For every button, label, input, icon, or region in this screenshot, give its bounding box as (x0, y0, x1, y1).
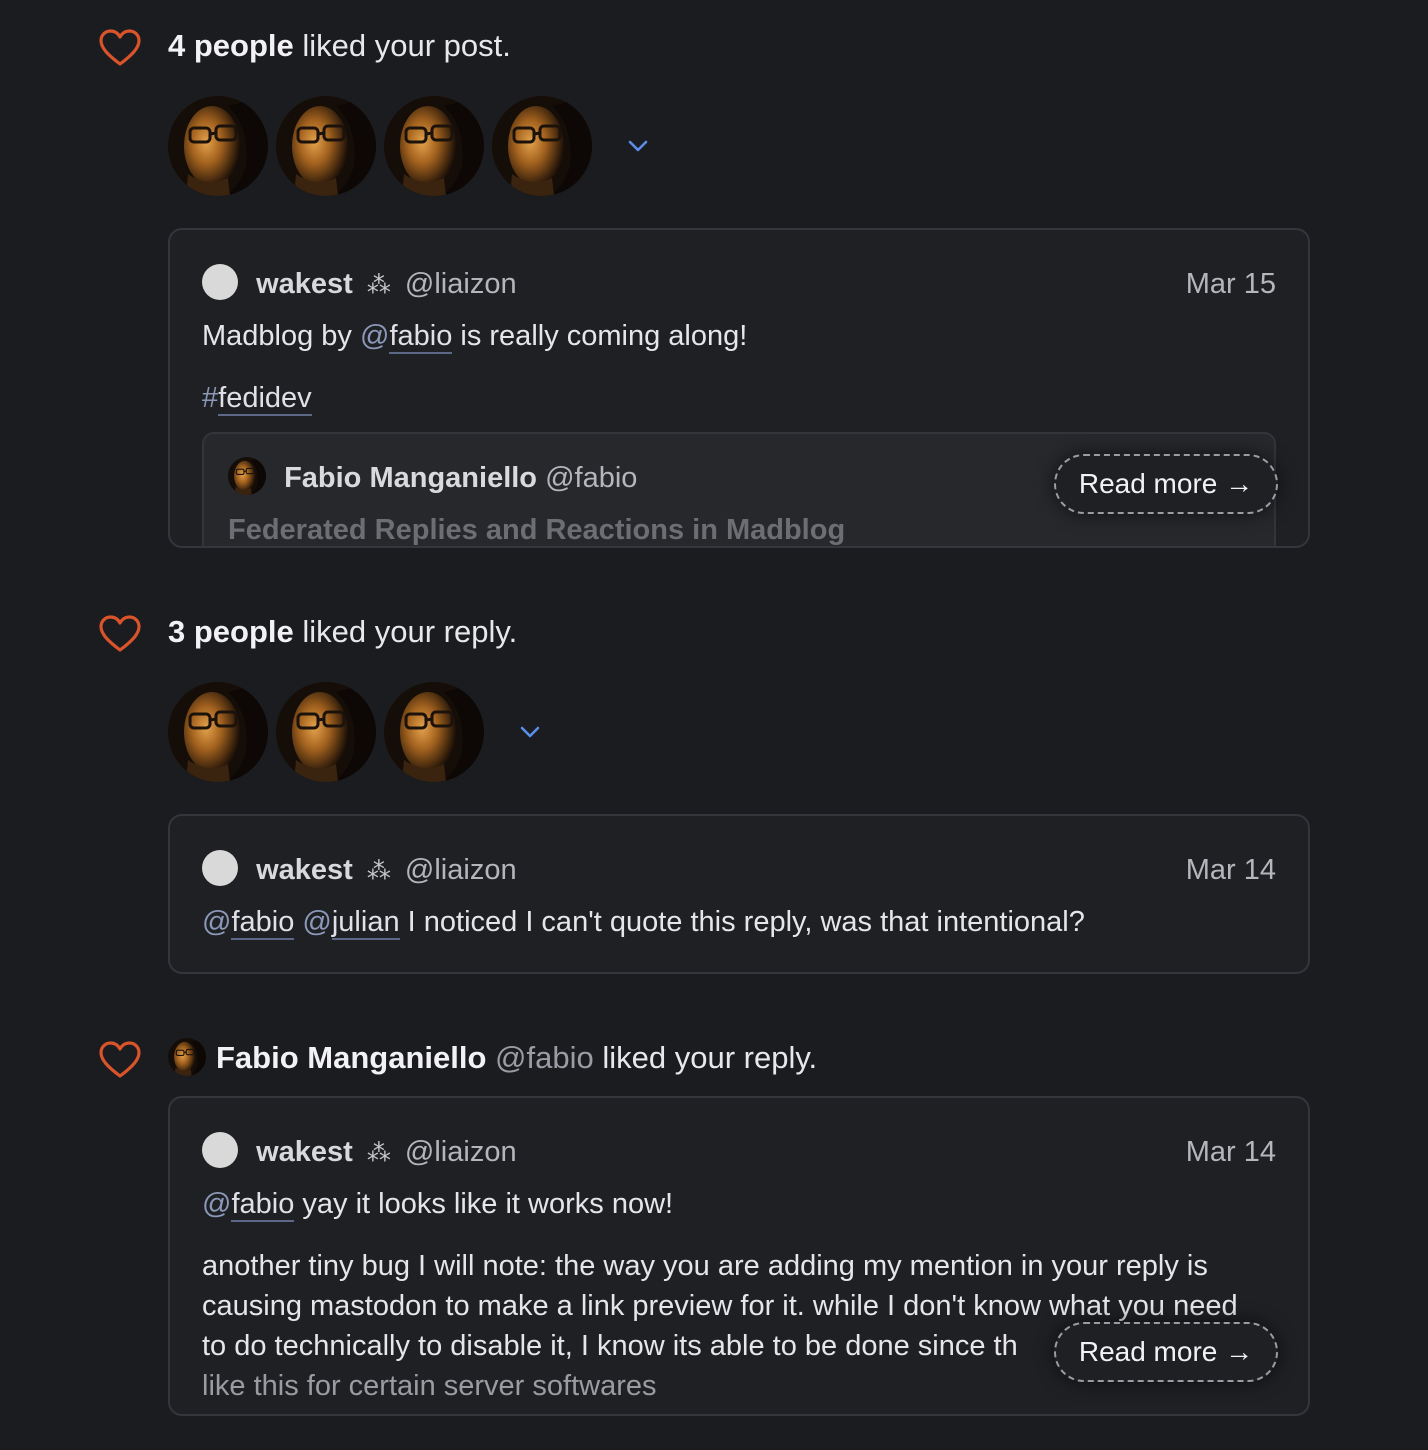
post-card[interactable]: wakest ⁂ @liaizon Mar 14 @fabio yay it l… (168, 1096, 1310, 1416)
avatar[interactable] (168, 1038, 206, 1076)
author-emoji: ⁂ (366, 272, 391, 299)
notification-headline: 3 people liked your reply. (168, 612, 517, 652)
liker-handle[interactable]: @fabio (495, 1040, 594, 1075)
post-card[interactable]: wakest ⁂ @liaizon Mar 14 @fabio @julian … (168, 814, 1310, 974)
heart-icon (98, 1040, 142, 1080)
mention-at: @ (202, 906, 232, 938)
text-segment: I noticed I can't quote this reply, was … (399, 906, 1085, 938)
author-handle[interactable]: @liaizon (405, 854, 517, 886)
post-header: wakest ⁂ @liaizon Mar 14 (202, 850, 1276, 890)
hashtag-line: #fedidev (202, 378, 1276, 418)
avatar[interactable] (276, 682, 376, 782)
author-name[interactable]: wakest (256, 268, 353, 300)
mention-at: @ (202, 1188, 232, 1220)
author-emoji: ⁂ (366, 1140, 391, 1167)
hashtag-hash: # (202, 382, 219, 414)
quote-header: Fabio Manganiello @fabio (228, 458, 637, 498)
author-handle[interactable]: @liaizon (405, 268, 517, 300)
post-card[interactable]: wakest ⁂ @liaizon Mar 15 Madblog by @fab… (168, 228, 1310, 548)
hashtag-link[interactable]: #fedidev (202, 382, 312, 416)
read-more-button[interactable]: Read more → (1054, 1322, 1278, 1382)
action-text: liked your reply. (602, 1040, 818, 1075)
quote-title[interactable]: Federated Replies and Reactions in Madbl… (228, 510, 845, 546)
mention-name: julian (331, 906, 400, 940)
post-text: @fabio yay it looks like it works now! (202, 1184, 1276, 1224)
liker-name[interactable]: Fabio Manganiello (216, 1040, 486, 1075)
avatar[interactable] (202, 850, 238, 887)
text-segment: is really coming along! (452, 320, 748, 352)
avatar[interactable] (276, 96, 376, 196)
notification-headline: Fabio Manganiello @fabio liked your repl… (168, 1038, 817, 1079)
avatar[interactable] (168, 682, 268, 782)
text-segment: Madblog by (202, 320, 360, 352)
like-count[interactable]: 3 people (168, 614, 294, 649)
avatar[interactable] (384, 96, 484, 196)
author-emoji: ⁂ (366, 858, 391, 885)
mention-link[interactable]: @fabio (202, 1188, 295, 1222)
mention-link[interactable]: @julian (302, 906, 400, 940)
mention-name: fabio (231, 1188, 295, 1222)
post-date[interactable]: Mar 14 (1186, 1132, 1276, 1172)
mention-link[interactable]: @fabio (202, 906, 295, 940)
avatar[interactable] (202, 264, 238, 301)
text-line: another tiny bug I will note: the way yo… (202, 1250, 1208, 1282)
post-text: @fabio @julian I noticed I can't quote t… (202, 902, 1276, 942)
read-more-button[interactable]: Read more → (1054, 454, 1278, 514)
mention-at: @ (302, 906, 332, 938)
post-date[interactable]: Mar 14 (1186, 850, 1276, 890)
avatar[interactable] (384, 682, 484, 782)
chevron-down-icon[interactable] (518, 720, 542, 744)
mention-at: @ (360, 320, 390, 352)
post-header: wakest ⁂ @liaizon Mar 14 (202, 1132, 1276, 1172)
hashtag-word: fedidev (218, 382, 312, 416)
mention-name: fabio (231, 906, 295, 940)
action-text: liked your post. (302, 28, 511, 63)
mention-link[interactable]: @fabio (360, 320, 453, 354)
chevron-down-icon[interactable] (626, 134, 650, 158)
quote-author-handle[interactable]: @fabio (545, 462, 637, 494)
text-segment: yay it looks like it works now! (294, 1188, 674, 1220)
author-name[interactable]: wakest (256, 1136, 353, 1168)
author-name[interactable]: wakest (256, 854, 353, 886)
mention-name: fabio (389, 320, 453, 354)
heart-icon (98, 614, 142, 654)
notification-headline: 4 people liked your post. (168, 26, 511, 66)
heart-icon (98, 28, 142, 68)
post-header: wakest ⁂ @liaizon Mar 15 (202, 264, 1276, 304)
author-handle[interactable]: @liaizon (405, 1136, 517, 1168)
action-text: liked your reply. (302, 614, 518, 649)
avatar[interactable] (228, 457, 266, 495)
liker-avatars (168, 682, 542, 782)
avatar[interactable] (492, 96, 592, 196)
quote-author-name[interactable]: Fabio Manganiello (284, 462, 537, 494)
avatar[interactable] (202, 1132, 238, 1169)
text-line: causing mastodon to make a link preview … (202, 1290, 1238, 1322)
post-date[interactable]: Mar 15 (1186, 264, 1276, 304)
avatar[interactable] (168, 96, 268, 196)
like-count[interactable]: 4 people (168, 28, 294, 63)
liker-avatars (168, 96, 650, 196)
post-text: Madblog by @fabio is really coming along… (202, 316, 1276, 356)
